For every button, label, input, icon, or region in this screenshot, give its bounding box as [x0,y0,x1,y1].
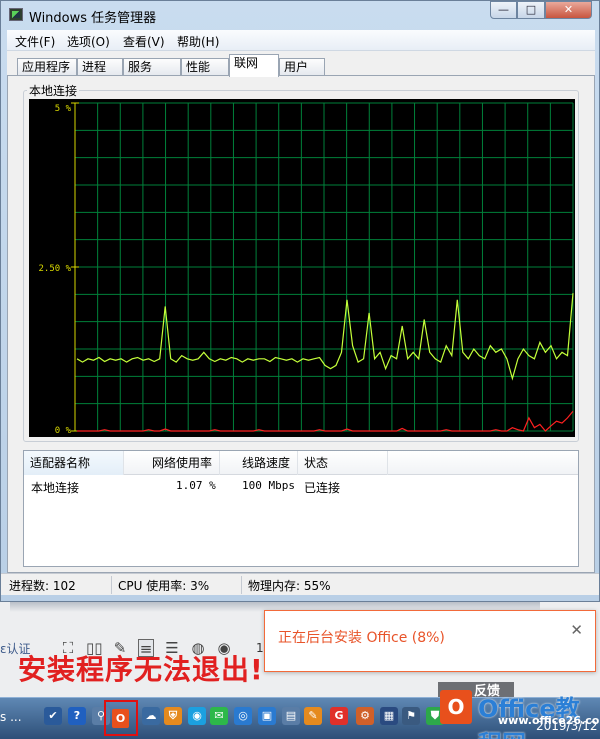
column-state[interactable]: 状态 [298,451,388,475]
folder-icon[interactable]: ▤ [282,707,300,725]
display-icon[interactable]: ▦ [380,707,398,725]
status-divider [111,576,112,594]
secondary-series-line [77,410,574,432]
tab-processes[interactable]: 进程 [77,58,123,76]
office-logo-icon: O [440,690,472,724]
state-cell: 已连接 [304,481,341,495]
menu-file[interactable]: 文件(F) [15,33,55,50]
flag-icon[interactable]: ⚑ [402,707,420,725]
close-button[interactable]: ✕ [545,1,592,19]
network-usage-cell: 1.07 % [176,479,216,492]
menu-help[interactable]: 帮助(H) [177,33,219,50]
taskbar-item-truncated[interactable]: s ... [0,710,22,724]
cloud-icon[interactable]: ☁ [142,707,160,725]
help-icon[interactable]: ? [68,707,86,725]
tab-performance[interactable]: 性能 [181,58,229,76]
tab-applications[interactable]: 应用程序 [17,58,77,76]
column-network-usage[interactable]: 网络使用率 [124,451,220,475]
minimize-button[interactable]: — [490,1,517,19]
check-icon[interactable]: ✔ [44,707,62,725]
warning-annotation: 安装程序无法退出! [18,653,264,686]
tab-users[interactable]: 用户 [279,58,325,76]
wechat-icon[interactable]: ✉ [210,707,228,725]
tool-icon[interactable]: ⚙ [356,707,374,725]
monitor-icon[interactable]: ▣ [258,707,276,725]
title-bar[interactable]: Windows 任务管理器 — □ ✕ [1,1,599,29]
status-divider [241,576,242,594]
usage-series-line [76,293,574,381]
adapter-name-cell: 本地连接 [31,481,80,495]
close-icon[interactable]: ✕ [570,621,583,639]
tab-networking[interactable]: 联网 [229,54,279,77]
tab-strip: 应用程序 进程 服务 性能 联网 用户 [7,51,595,77]
y-tick-label: 5 % [55,104,72,114]
status-bar: 进程数: 102 CPU 使用率: 3% 物理内存: 55% [1,573,599,595]
app-icon[interactable]: ◎ [234,707,252,725]
tab-services[interactable]: 服务 [123,58,181,76]
column-adapter-name[interactable]: 适配器名称 [24,451,124,475]
install-notification[interactable]: 正在后台安装 Office (8%) ✕ [264,610,596,672]
y-tick-label: 0 % [55,426,72,436]
weibo-icon[interactable]: G [330,707,348,725]
y-tick-label: 2.50 % [38,264,71,274]
shield-icon[interactable]: ⛨ [164,707,182,725]
column-link-speed[interactable]: 线路速度 [220,451,298,475]
office-installer-icon[interactable]: O [112,709,129,728]
maximize-button[interactable]: □ [517,1,545,19]
install-progress-message: 正在后台安装 Office (8%) [278,630,445,646]
task-manager-icon [9,8,23,21]
network-usage-chart: 5 % 2.50 % 0 % [29,99,575,437]
menu-options[interactable]: 选项(O) [67,33,110,50]
edit-icon[interactable]: ✎ [304,707,322,725]
physical-memory: 物理内存: 55% [248,579,331,593]
adapter-table-header: 适配器名称 网络使用率 线路速度 状态 [24,451,578,475]
link-speed-cell: 100 Mbps [242,479,295,492]
clock-date[interactable]: 2019/3/12 [536,719,598,733]
menu-view[interactable]: 查看(V) [123,33,165,50]
task-manager-window: Windows 任务管理器 — □ ✕ 文件(F) 选项(O) 查看(V) 帮助… [0,0,600,602]
window-title: Windows 任务管理器 [29,11,157,26]
qq-icon[interactable]: ◉ [188,707,206,725]
connection-group-title: 本地连接 [27,82,80,99]
adapter-table[interactable]: 适配器名称 网络使用率 线路速度 状态 本地连接 1.07 % 100 Mbps… [23,450,579,567]
process-count: 进程数: 102 [9,579,76,593]
cpu-usage: CPU 使用率: 3% [118,579,210,593]
menu-bar: 文件(F) 选项(O) 查看(V) 帮助(H) [7,30,595,51]
